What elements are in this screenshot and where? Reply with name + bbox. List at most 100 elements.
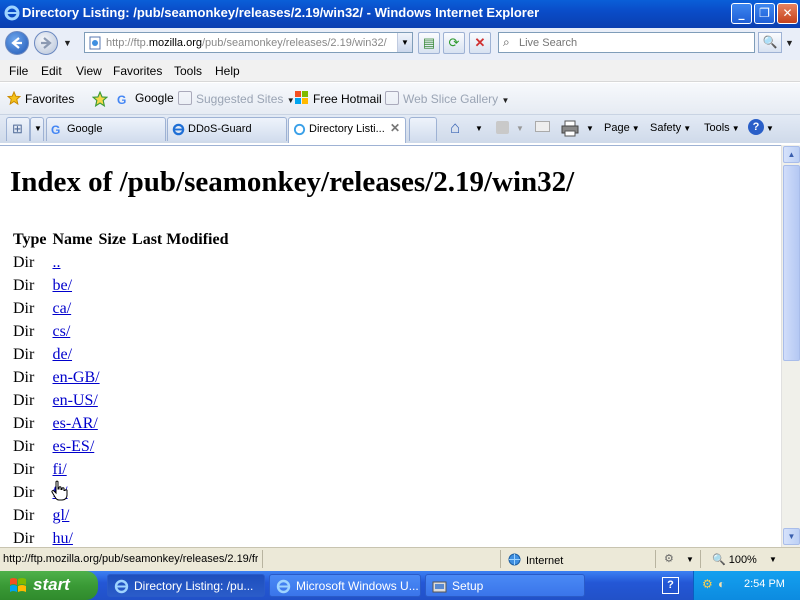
menu-tools[interactable]: Tools (174, 64, 202, 78)
protected-mode-icon[interactable]: ⚙ (664, 552, 674, 565)
directory-link[interactable]: de/ (52, 346, 72, 363)
favorite-free-hotmail[interactable]: Free Hotmail (295, 91, 382, 106)
minimize-button[interactable]: _ (731, 3, 752, 24)
scroll-down-icon[interactable]: ▼ (783, 528, 800, 545)
directory-link[interactable]: fi/ (52, 461, 66, 478)
refresh-icon[interactable]: ⟳ (443, 32, 465, 54)
print-dropdown-icon[interactable]: ▼ (586, 124, 594, 133)
directory-link[interactable]: hu/ (52, 530, 72, 547)
safety-menu-button[interactable]: Safety ▼ (650, 122, 691, 134)
loading-icon (293, 123, 306, 136)
back-button[interactable] (5, 31, 29, 55)
directory-link[interactable]: es-ES/ (52, 438, 94, 455)
address-dropdown-icon[interactable]: ▼ (397, 33, 412, 52)
address-toolbar: ▼ http://ftp.mozilla.org/pub/seamonkey/r… (0, 28, 800, 60)
scrollbar-thumb[interactable] (783, 165, 800, 361)
zoom-level[interactable]: 🔍 100% (712, 553, 757, 566)
page-menu-button[interactable]: Page ▼ (604, 122, 640, 134)
directory-link[interactable]: .. (52, 254, 60, 271)
search-icon[interactable]: 🔍 (758, 32, 782, 53)
row-type: Dir (13, 345, 35, 363)
print-icon[interactable] (561, 119, 579, 137)
favorite-web-slice-gallery[interactable]: Web Slice Gallery ▼ (385, 91, 509, 106)
directory-link[interactable]: cs/ (52, 323, 70, 340)
menu-bar: File Edit View Favorites Tools Help (0, 60, 800, 82)
address-bar[interactable]: http://ftp.mozilla.org/pub/seamonkey/rel… (84, 32, 413, 53)
status-bar: http://ftp.mozilla.org/pub/seamonkey/rel… (0, 547, 800, 571)
row-name-cell: es-AR/ (49, 412, 231, 435)
status-text: http://ftp.mozilla.org/pub/seamonkey/rel… (3, 553, 258, 565)
directory-link[interactable]: be/ (52, 277, 72, 294)
windows-flag-icon (10, 578, 26, 592)
favorites-button[interactable]: Favorites (7, 91, 74, 106)
network-icon[interactable]: ⚙ (702, 577, 713, 591)
zoom-dropdown-icon[interactable]: ▼ (769, 555, 777, 564)
tab-list-dropdown[interactable]: ▼ (30, 117, 44, 141)
suggested-sites-label: Suggested Sites (196, 92, 284, 106)
compatibility-view-icon[interactable]: ▤ (418, 32, 440, 54)
help-icon[interactable]: ? (748, 119, 764, 135)
google-icon: G (117, 93, 127, 107)
scroll-up-icon[interactable]: ▲ (783, 146, 800, 163)
maximize-button[interactable]: ❐ (754, 3, 775, 24)
directory-link[interactable]: es-AR/ (52, 415, 97, 432)
tab-ddos-guard-label: DDoS-Guard (188, 123, 252, 135)
menu-view[interactable]: View (76, 64, 102, 78)
zoom-icon: 🔍 (712, 554, 726, 566)
vertical-scrollbar[interactable]: ▲ ▼ (781, 145, 800, 547)
directory-link[interactable]: ca/ (52, 300, 71, 317)
row-type: Dir (13, 414, 35, 432)
favorite-google[interactable]: G Google (117, 91, 174, 107)
home-icon[interactable]: ⌂ (450, 118, 460, 138)
search-options-dropdown-icon[interactable]: ▼ (785, 38, 794, 48)
search-box[interactable]: ⌕ (498, 32, 755, 53)
volume-icon[interactable]: ◐ (718, 577, 725, 591)
table-row: Dir ca/ (10, 297, 231, 320)
add-to-favorites-icon[interactable] (92, 91, 108, 107)
search-input[interactable] (519, 35, 749, 51)
stop-icon[interactable]: ✕ (469, 32, 491, 54)
security-zone[interactable]: Internet (508, 553, 563, 567)
directory-link[interactable]: en-GB/ (52, 369, 99, 386)
menu-favorites[interactable]: Favorites (113, 64, 162, 78)
menu-file[interactable]: File (9, 64, 28, 78)
tab-ddos-guard[interactable]: DDoS-Guard (167, 117, 287, 141)
address-url[interactable]: http://ftp.mozilla.org/pub/seamonkey/rel… (106, 37, 396, 49)
taskbar-item-directory-listing[interactable]: Directory Listing: /pu... (107, 574, 265, 597)
directory-link[interactable]: gl/ (52, 507, 69, 524)
home-dropdown-icon[interactable]: ▼ (475, 124, 483, 133)
protected-mode-dropdown-icon[interactable]: ▼ (686, 555, 694, 564)
feeds-icon[interactable] (496, 121, 509, 134)
directory-link[interactable]: en-US/ (52, 392, 97, 409)
taskbar-item-windows-update[interactable]: Microsoft Windows U... (269, 574, 421, 597)
ie-page-icon (172, 123, 185, 136)
forward-button[interactable] (34, 31, 58, 55)
quick-tabs-button[interactable]: ⊞ (6, 117, 30, 141)
menu-help[interactable]: Help (215, 64, 240, 78)
tab-google[interactable]: G Google (46, 117, 166, 141)
row-name-cell: en-US/ (49, 389, 231, 412)
close-tab-icon[interactable]: ✕ (390, 121, 400, 135)
read-mail-icon[interactable] (535, 121, 550, 132)
tools-menu-button[interactable]: Tools ▼ (704, 122, 740, 134)
row-name-cell: de/ (49, 343, 231, 366)
new-tab-button[interactable] (409, 117, 437, 141)
taskbar-item-setup[interactable]: Setup (425, 574, 585, 597)
close-button[interactable]: ✕ (777, 3, 798, 24)
start-button[interactable]: start (0, 571, 98, 600)
language-help-icon[interactable]: ? (662, 577, 679, 594)
tab-directory-listing[interactable]: Directory Listi... ✕ (288, 117, 406, 143)
back-arrow-icon (11, 37, 22, 49)
menu-edit[interactable]: Edit (41, 64, 62, 78)
internet-explorer-icon (114, 579, 129, 594)
row-type: Dir (13, 322, 35, 340)
table-row: Dir be/ (10, 274, 231, 297)
security-zone-label: Internet (526, 555, 564, 567)
feeds-dropdown-icon[interactable]: ▼ (516, 124, 524, 133)
web-slice-gallery-label: Web Slice Gallery (403, 92, 499, 106)
help-dropdown-icon[interactable]: ▼ (766, 124, 774, 133)
recent-pages-dropdown-icon[interactable]: ▼ (63, 38, 72, 48)
free-hotmail-label: Free Hotmail (313, 92, 382, 106)
favorite-suggested-sites[interactable]: Suggested Sites ▼ (178, 91, 295, 106)
taskbar: start Directory Listing: /pu... Microsof… (0, 571, 800, 600)
